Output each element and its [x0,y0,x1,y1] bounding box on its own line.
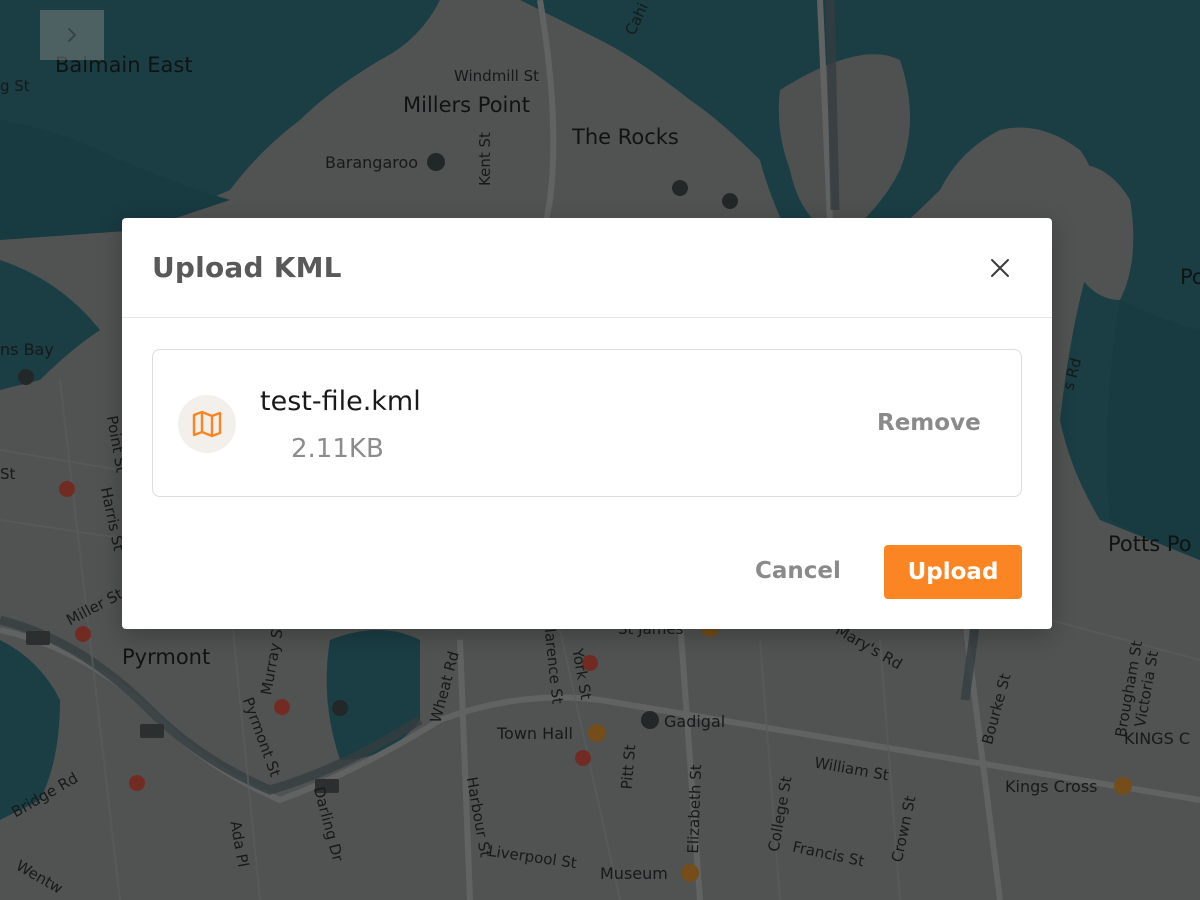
sidebar-toggle-button[interactable] [40,10,104,60]
cancel-button[interactable]: Cancel [755,558,841,584]
upload-button[interactable]: Upload [884,545,1022,599]
remove-file-button[interactable]: Remove [877,410,981,436]
close-icon [991,259,1009,277]
file-item: test-file.kml 2.11KB Remove [152,349,1022,497]
close-button[interactable] [984,252,1016,284]
map-icon [192,410,222,438]
file-name: test-file.kml [260,386,421,417]
dialog-header: Upload KML [122,218,1052,318]
chevron-right-icon [68,28,76,42]
file-icon-badge [178,395,236,453]
dialog-title: Upload KML [152,251,342,284]
upload-kml-dialog: Upload KML test-file.kml 2.11KB Remove C… [122,218,1052,629]
file-size: 2.11KB [291,434,384,464]
